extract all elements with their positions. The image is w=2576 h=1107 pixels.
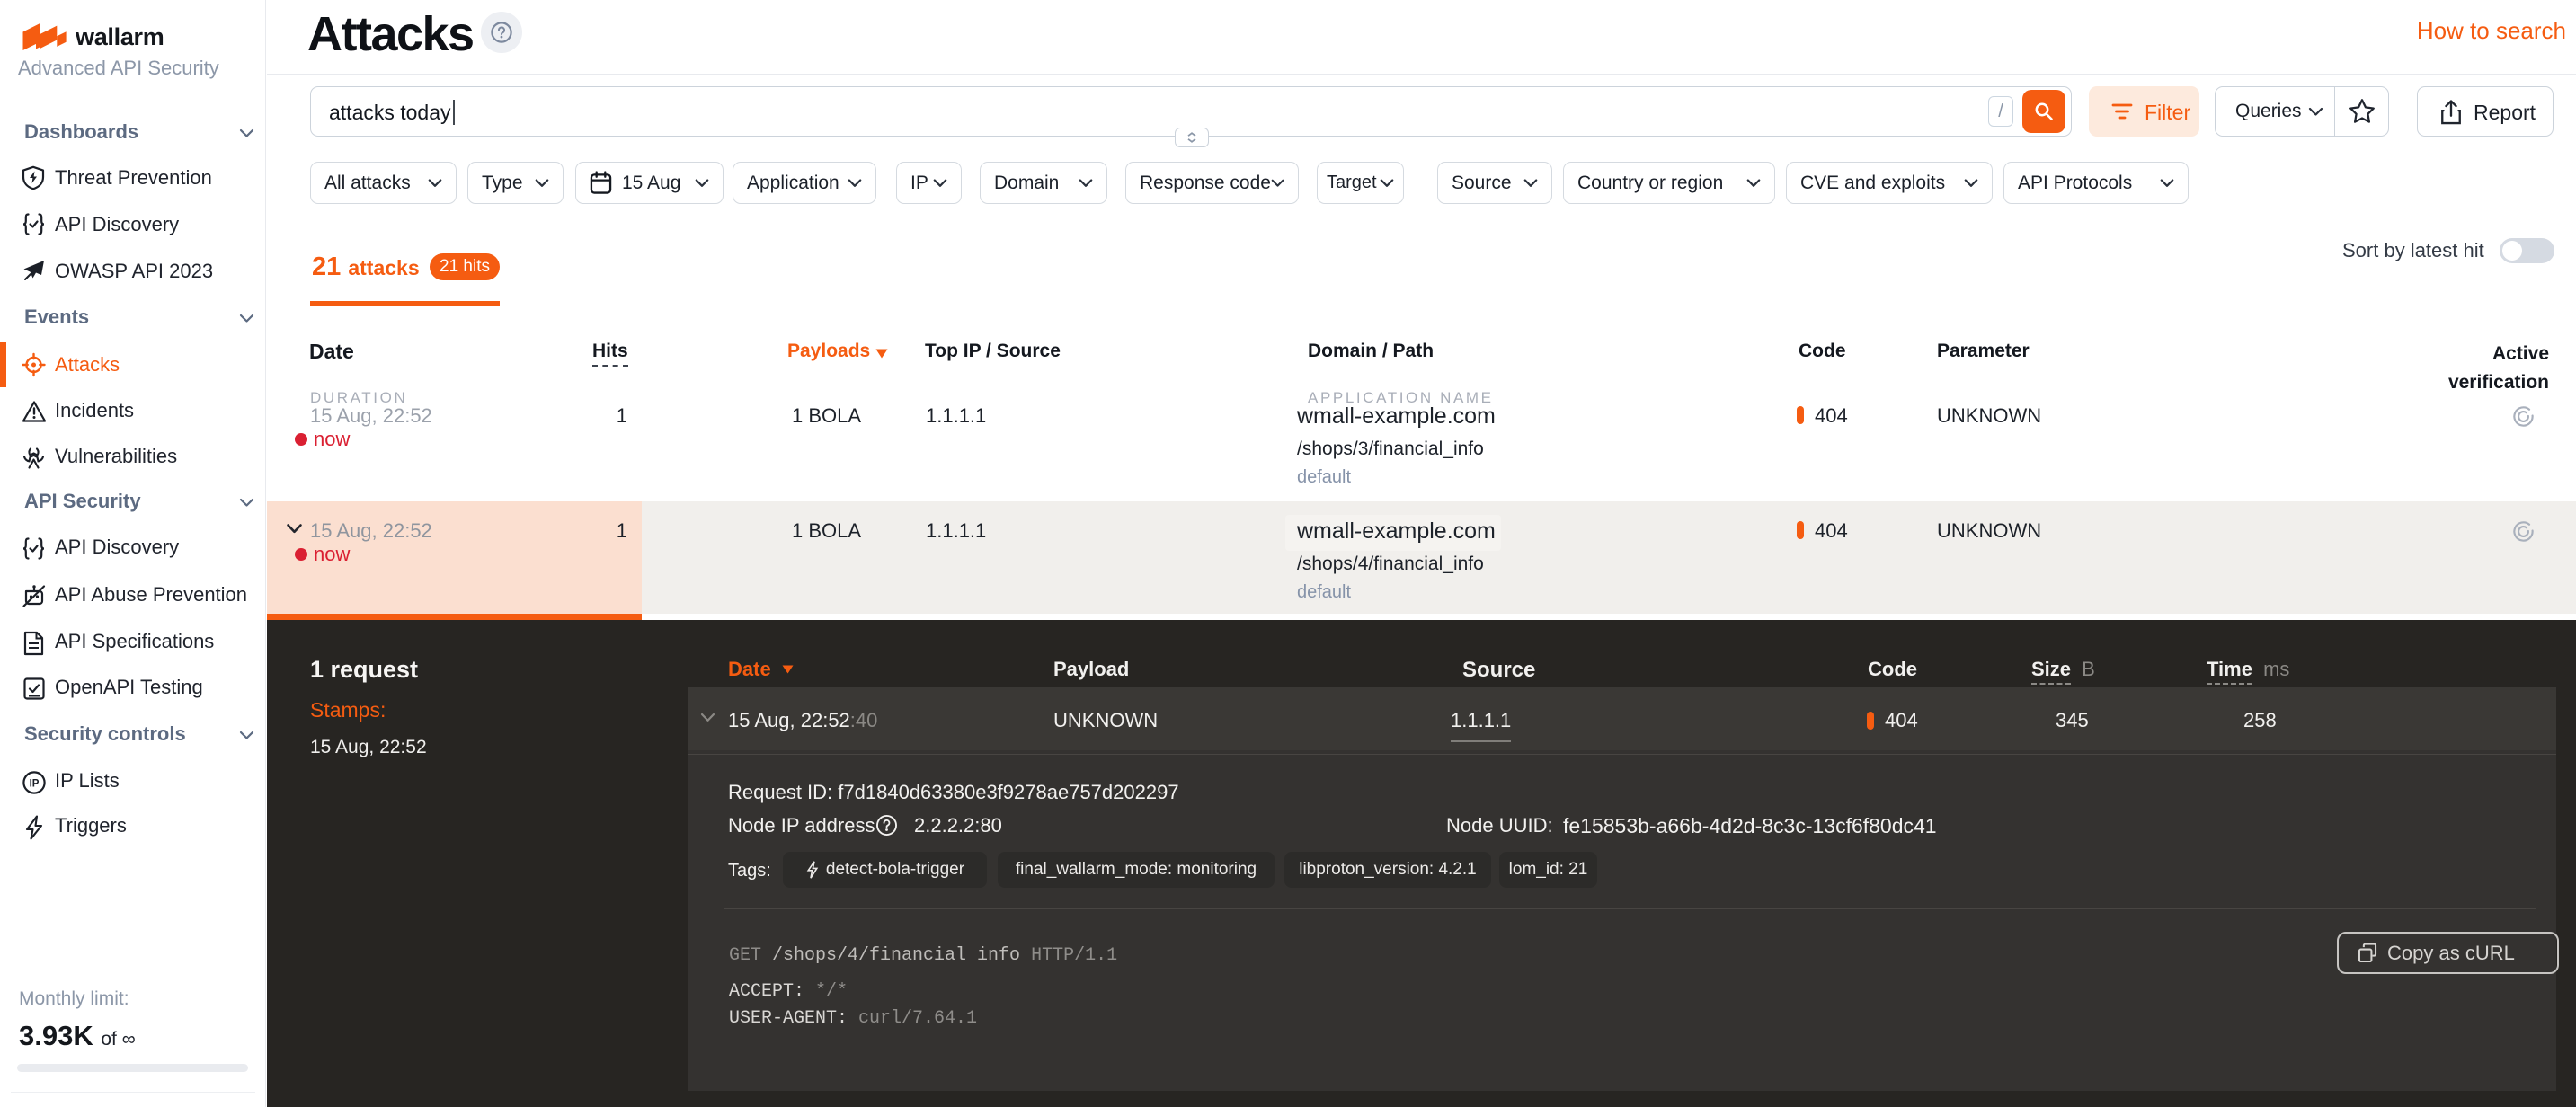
svg-text:IP: IP bbox=[30, 779, 40, 790]
